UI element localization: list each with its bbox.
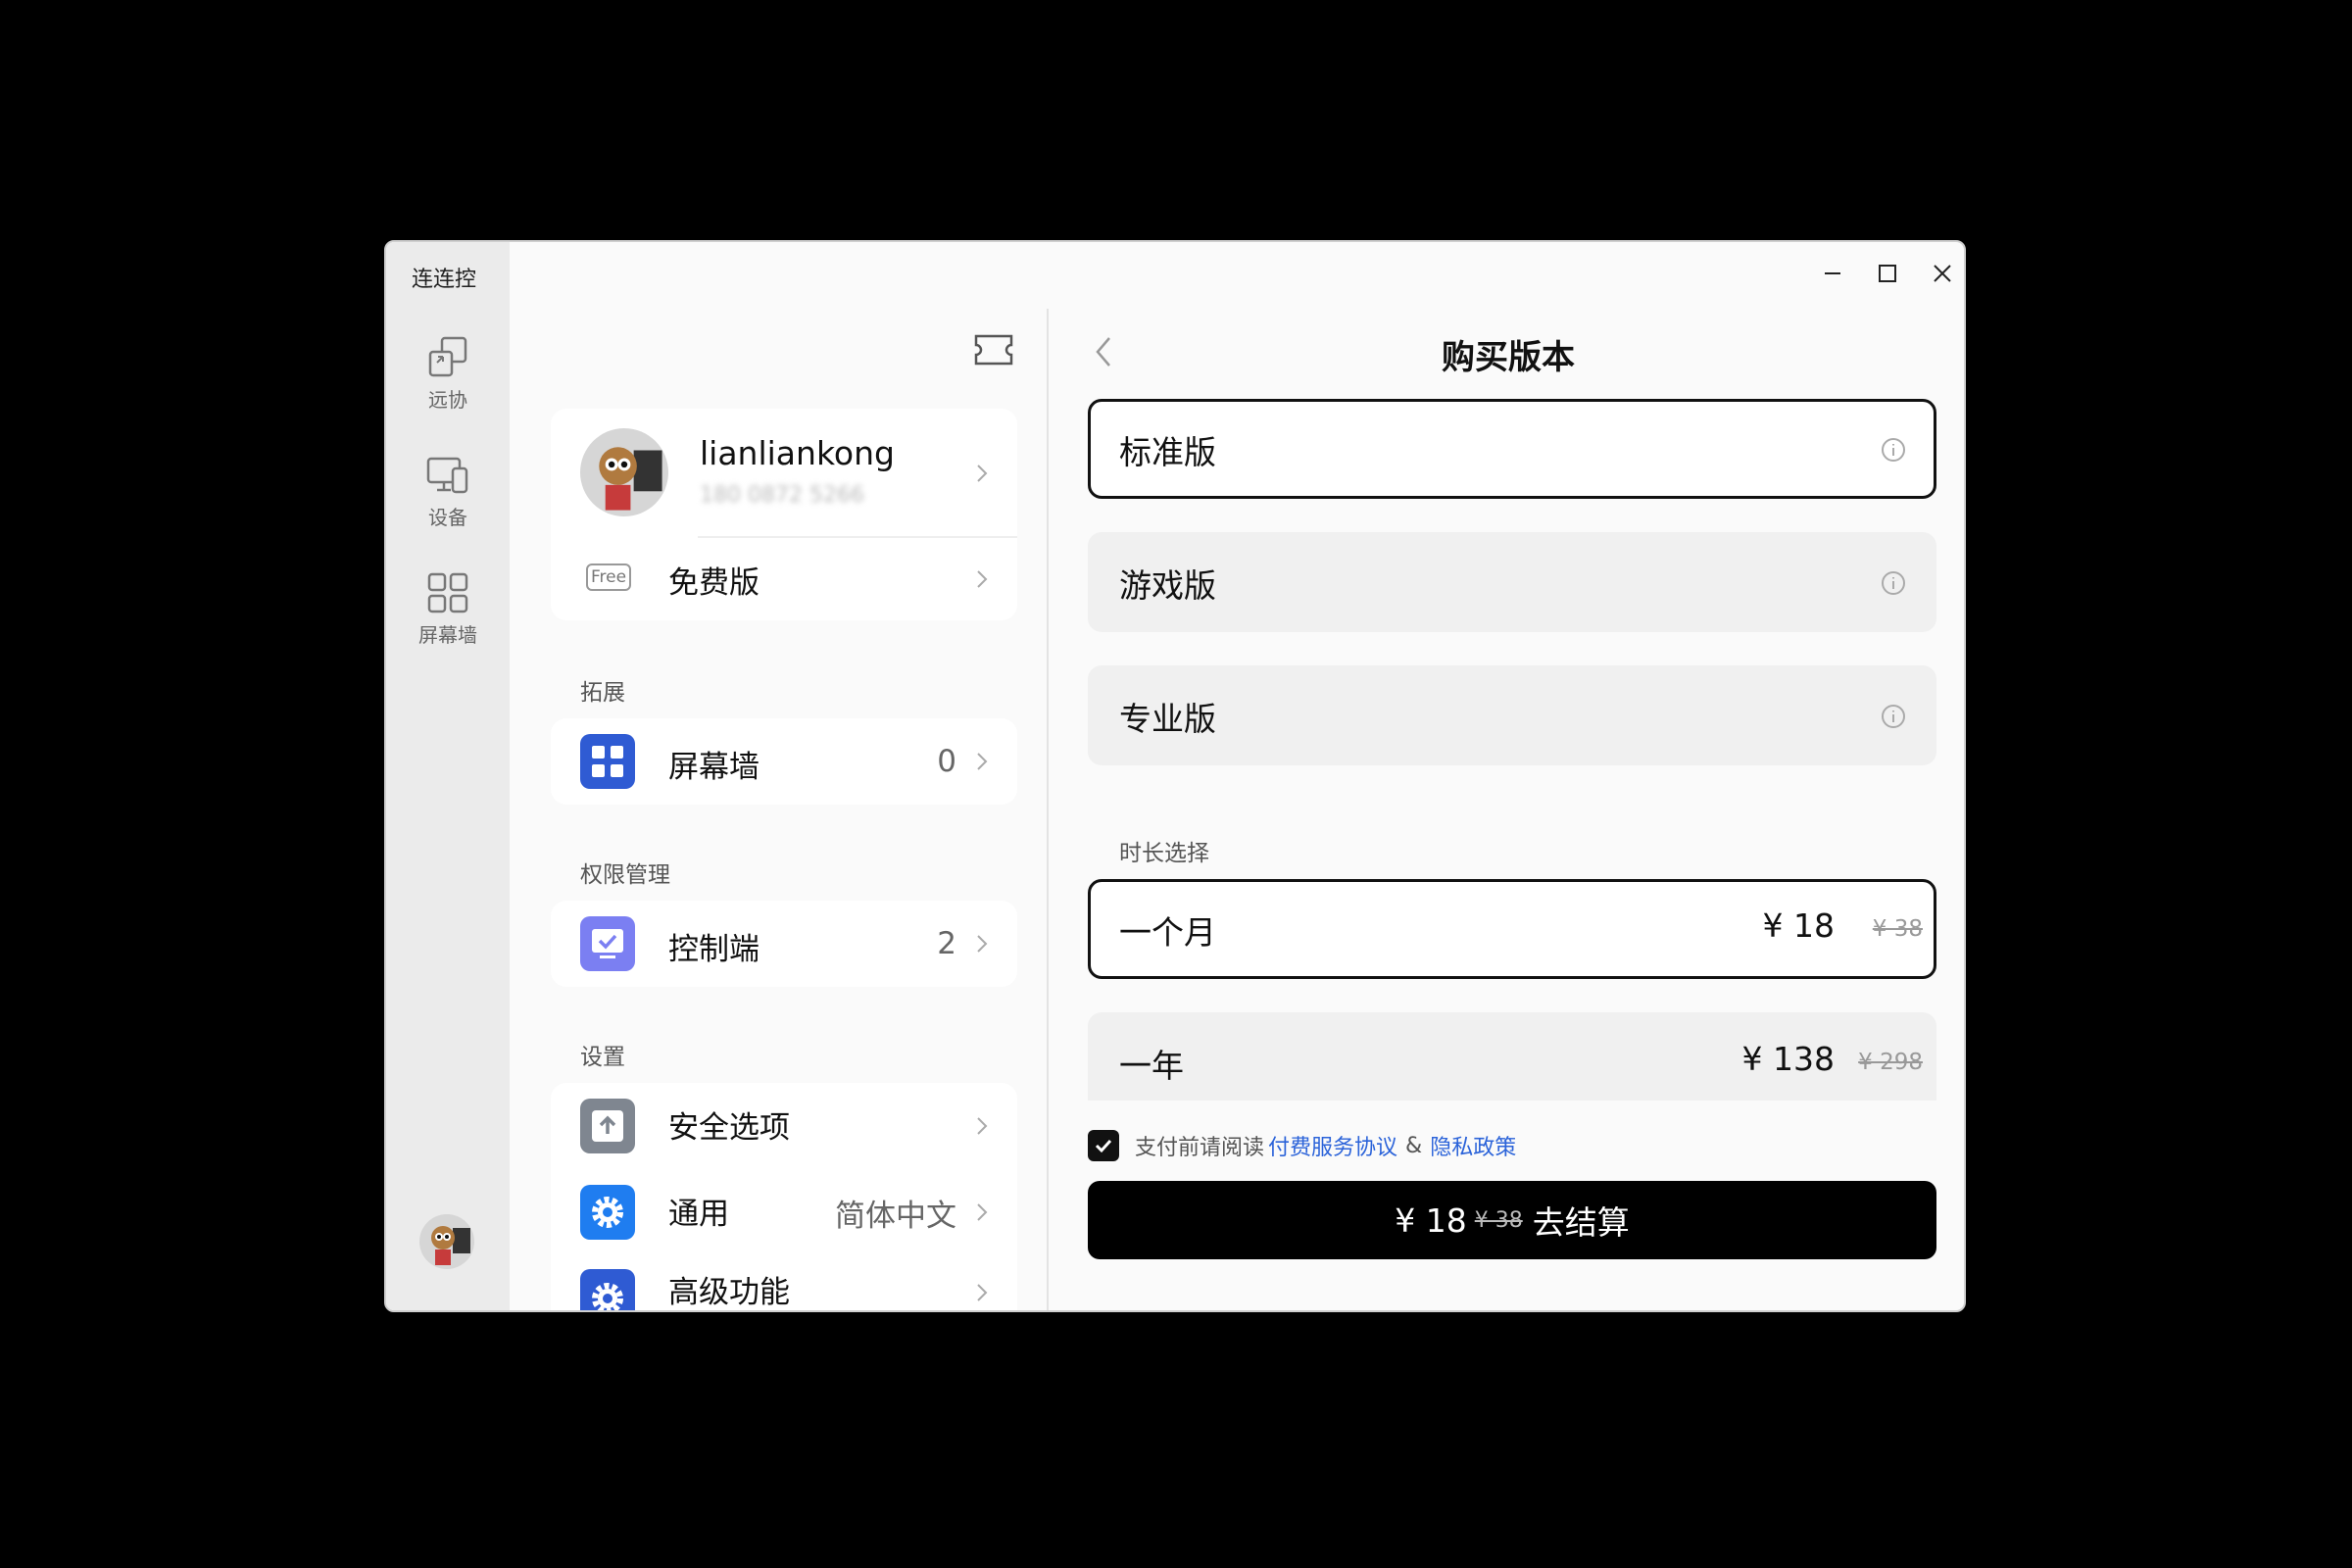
plan-row[interactable]: Free 免费版 [551,538,1017,620]
option-label: 专业版 [1119,700,1216,738]
chevron-right-icon [977,1117,988,1135]
gear-app-icon [580,1185,635,1240]
original-price: ¥ 298 [1858,1050,1923,1075]
security-row[interactable]: 安全选项 [551,1083,1017,1169]
advanced-row[interactable]: 高级功能 [551,1255,1017,1310]
price: ¥ 138 [1741,1040,1835,1078]
section-label-extensions: 拓展 [580,680,625,706]
edition-option-standard[interactable]: 标准版 [1088,399,1936,499]
duration-option-year[interactable]: 一年 ¥ 138 ¥ 298 [1088,1012,1936,1101]
price: ¥ 18 [1762,906,1835,945]
info-icon[interactable] [1880,436,1907,464]
coupon-button[interactable] [972,332,1015,368]
app-window: 连连控 远协 设备 屏幕墙 lianliankong 180 0872 5266… [384,240,1966,1312]
chevron-right-icon [977,935,988,953]
duration-section-label: 时长选择 [1119,841,1209,866]
language-value: 简体中文 [835,1199,956,1234]
screen-wall-app-icon [580,734,635,789]
free-badge-icon: Free [586,564,631,591]
checkout-price: ¥ 18 [1395,1200,1467,1240]
advanced-app-icon [580,1269,635,1310]
checkmark-icon [1095,1139,1112,1153]
rail-item-screen-wall[interactable]: 屏幕墙 [386,570,510,648]
row-title: 屏幕墙 [668,750,760,785]
option-label: 游戏版 [1119,566,1216,605]
option-label: 标准版 [1119,433,1216,471]
purchase-panel: 购买版本 标准版 游戏版 专业版 时长选择 一个月 ¥ 18 ¥ 38 一年 ¥… [1049,242,1964,1310]
screen-wall-count: 0 [937,744,956,779]
rail-item-remote-assist[interactable]: 远协 [386,335,510,413]
checkout-original-price: ¥ 38 [1474,1207,1523,1233]
security-app-icon [580,1099,635,1153]
app-title: 连连控 [412,268,477,292]
row-title: 安全选项 [668,1110,790,1146]
account-panel: lianliankong 180 0872 5266 Free 免费版 拓展 屏… [510,242,1039,1310]
page-title: 购买版本 [1442,338,1575,377]
chevron-right-icon [977,570,988,588]
devices-icon [426,457,468,494]
profile-card: lianliankong 180 0872 5266 Free 免费版 [551,409,1017,620]
username: lianliankong [700,434,895,472]
row-title: 控制端 [668,932,760,967]
rail-item-devices[interactable]: 设备 [386,453,510,530]
nav-rail: 连连控 远协 设备 屏幕墙 [386,242,510,1310]
edition-option-gaming[interactable]: 游戏版 [1088,532,1936,632]
profile-row[interactable]: lianliankong 180 0872 5266 [551,409,1017,536]
agreement-text: 支付前请阅读 [1135,1136,1265,1160]
rail-item-label: 远协 [428,388,467,412]
plan-label: 免费版 [668,565,760,601]
section-label-permissions: 权限管理 [580,862,670,888]
chevron-right-icon [977,465,988,482]
remote-assist-icon [428,336,467,377]
option-label: 一个月 [1119,913,1216,952]
chevron-right-icon [977,753,988,770]
controller-row[interactable]: 控制端 2 [551,901,1017,987]
section-label-settings: 设置 [580,1045,625,1070]
extensions-card: 屏幕墙 0 [551,718,1017,805]
ticket-icon [974,334,1013,366]
controller-count: 2 [937,926,956,961]
agreement-ampersand: & [1405,1133,1423,1158]
chevron-right-icon [977,1203,988,1221]
privacy-policy-link[interactable]: 隐私政策 [1430,1130,1516,1161]
profile-avatar [580,428,668,516]
agree-checkbox[interactable] [1088,1130,1119,1161]
permissions-card: 控制端 2 [551,901,1017,987]
agreement-row: 支付前请阅读 付费服务协议 & 隐私政策 [1088,1128,1520,1163]
user-avatar[interactable] [419,1214,474,1269]
rail-item-label: 设备 [428,506,467,529]
service-agreement-link[interactable]: 付费服务协议 [1268,1130,1397,1161]
grid-icon [427,572,468,613]
duration-option-month[interactable]: 一个月 ¥ 18 ¥ 38 [1088,879,1936,979]
phone-number: 180 0872 5266 [700,483,864,508]
checkout-button[interactable]: ¥ 18 ¥ 38 去结算 [1088,1181,1936,1259]
controller-app-icon [580,916,635,971]
settings-card: 安全选项 通用 简体中文 高级功能 [551,1083,1017,1310]
row-title: 通用 [668,1197,729,1232]
chevron-right-icon [977,1284,988,1301]
screen-wall-row[interactable]: 屏幕墙 0 [551,718,1017,805]
checkout-label: 去结算 [1532,1203,1630,1242]
row-title: 高级功能 [668,1275,790,1310]
option-label: 一年 [1119,1047,1184,1085]
rail-item-label: 屏幕墙 [418,623,477,647]
edition-option-professional[interactable]: 专业版 [1088,665,1936,765]
general-row[interactable]: 通用 简体中文 [551,1169,1017,1255]
info-icon[interactable] [1880,703,1907,730]
info-icon[interactable] [1880,569,1907,597]
original-price: ¥ 38 [1872,916,1923,942]
